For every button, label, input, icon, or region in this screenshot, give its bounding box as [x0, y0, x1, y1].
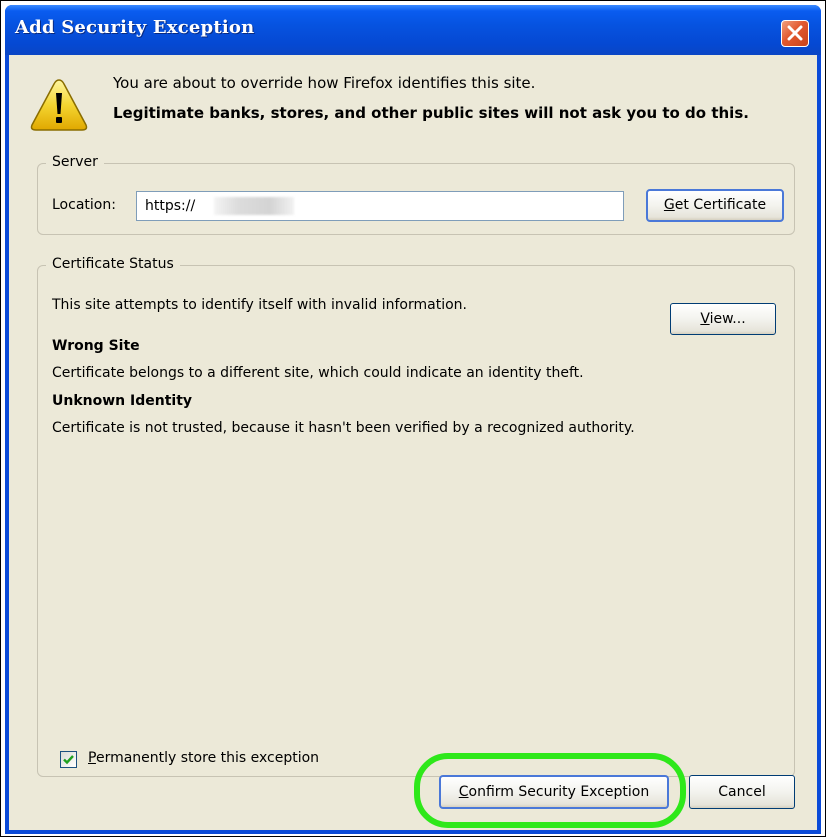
legitimate-sites-warning: Legitimate banks, stores, and other publ… — [113, 104, 749, 122]
permanent-store-checkbox[interactable] — [60, 751, 77, 768]
title-bar[interactable]: Add Security Exception — [5, 5, 821, 55]
dialog-title: Add Security Exception — [15, 17, 255, 38]
get-certificate-accesskey: G — [663, 197, 675, 213]
screenshot-frame: Add Security Exception You are about to … — [0, 0, 826, 837]
unknown-identity-text: Certificate is not trusted, because it h… — [52, 420, 635, 436]
wrong-site-text: Certificate belongs to a different site,… — [52, 365, 584, 381]
certificate-status-group: Certificate Status This site attempts to… — [37, 256, 795, 777]
confirm-accesskey: C — [458, 783, 469, 800]
confirm-label: onfirm Security Exception — [468, 783, 650, 800]
get-certificate-button[interactable]: Get Certificate — [646, 189, 784, 222]
unknown-identity-heading: Unknown Identity — [52, 393, 193, 409]
wrong-site-heading: Wrong Site — [52, 338, 140, 354]
close-icon — [787, 25, 803, 41]
checkmark-icon — [63, 755, 74, 765]
status-summary: This site attempts to identify itself wi… — [52, 297, 467, 313]
get-certificate-label: et Certificate — [674, 197, 767, 213]
cancel-label: Cancel — [718, 783, 766, 800]
dialog-body: You are about to override how Firefox id… — [9, 55, 817, 830]
cancel-button[interactable]: Cancel — [689, 775, 795, 809]
redacted-address — [214, 197, 294, 215]
add-security-exception-dialog: Add Security Exception You are about to … — [5, 5, 821, 834]
location-label: Location: — [52, 197, 116, 213]
view-accesskey: V — [700, 310, 710, 327]
override-message: You are about to override how Firefox id… — [113, 74, 536, 92]
permanent-store-label[interactable]: Permanently store this exception — [88, 750, 319, 766]
view-label: iew... — [709, 310, 746, 327]
view-button[interactable]: View... — [670, 303, 776, 335]
certificate-status-legend: Certificate Status — [46, 256, 180, 272]
location-input[interactable] — [136, 191, 624, 221]
server-legend: Server — [46, 154, 104, 170]
server-group: Server Location: Get Certificate — [37, 154, 795, 235]
confirm-security-exception-button[interactable]: Confirm Security Exception — [439, 775, 669, 809]
warning-icon — [30, 79, 88, 131]
close-button[interactable] — [781, 20, 809, 47]
permanent-accesskey: P — [88, 750, 96, 766]
